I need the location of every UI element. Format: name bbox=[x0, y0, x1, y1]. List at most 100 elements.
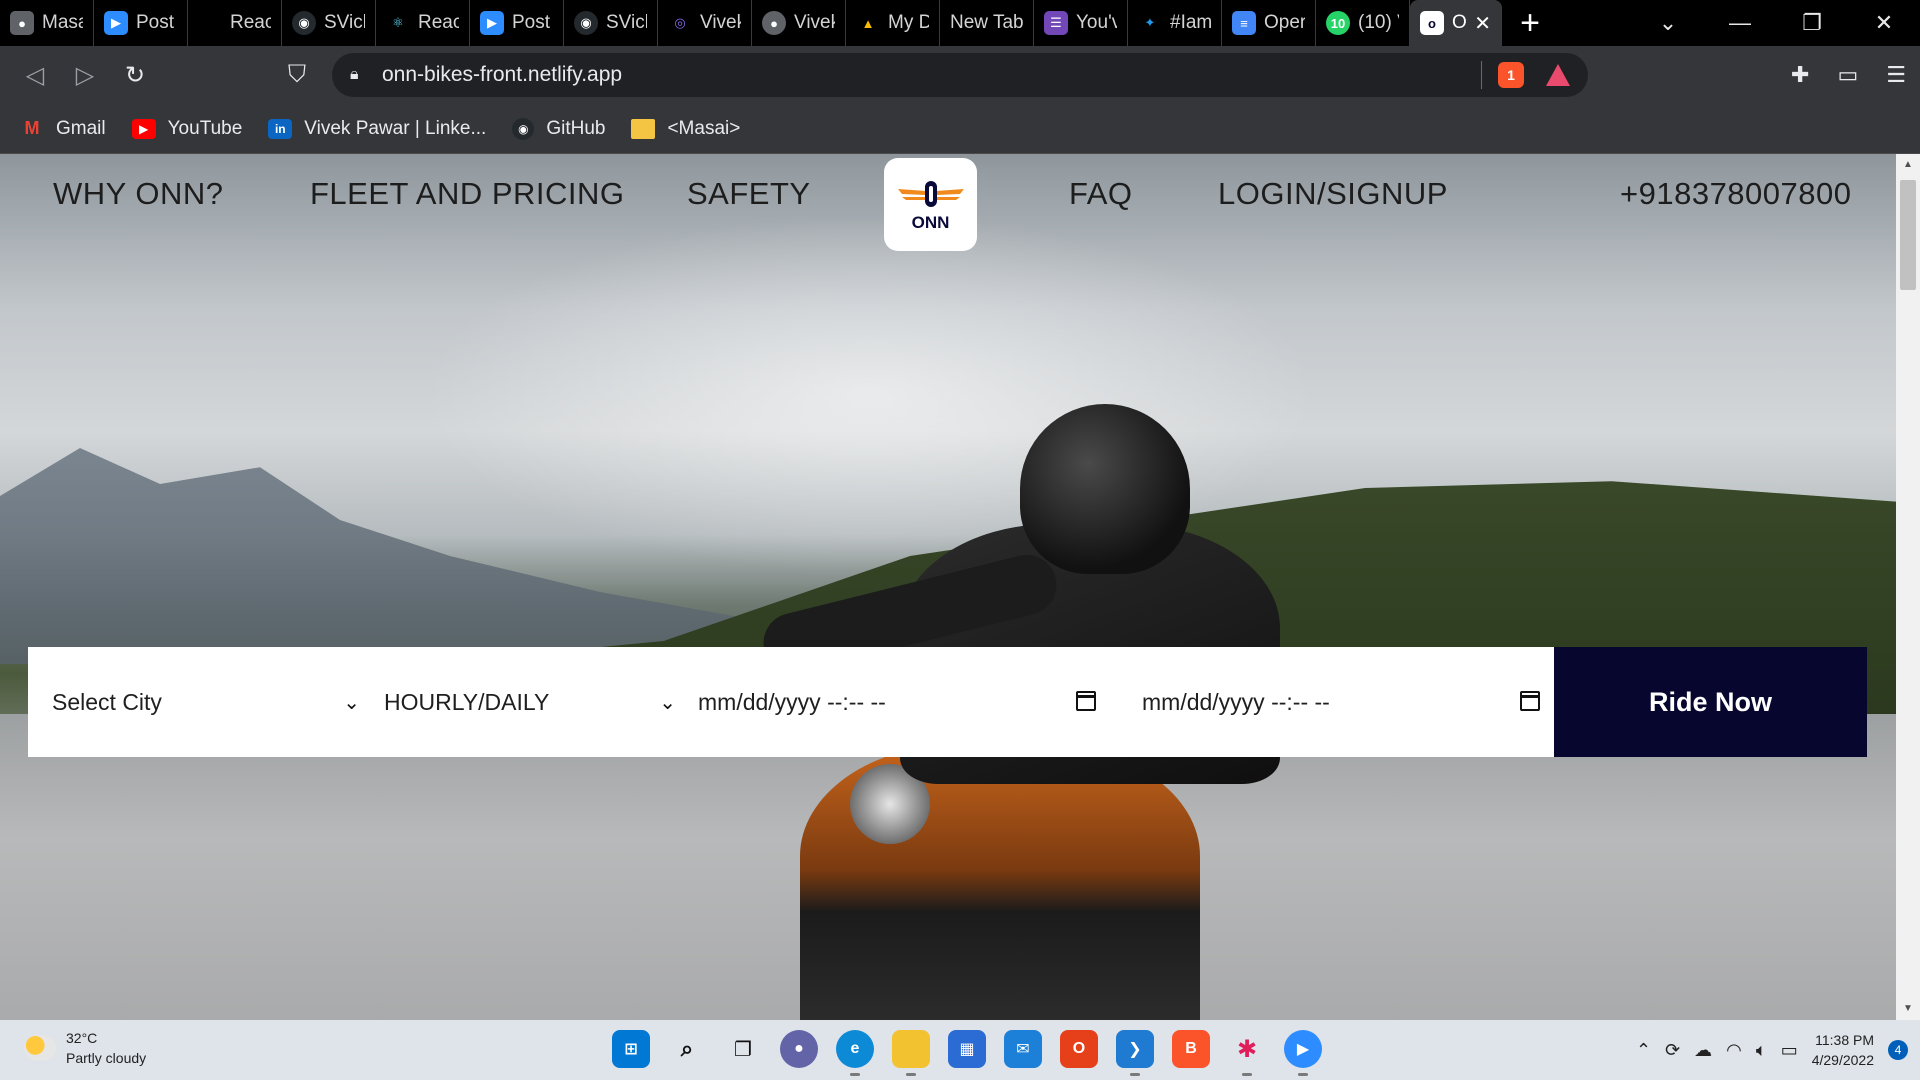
chevron-up-icon[interactable]: ⌃ bbox=[1636, 1040, 1651, 1061]
city-select-value: Select City bbox=[52, 688, 162, 715]
bookmark-youtube[interactable]: ▶ YouTube bbox=[131, 117, 243, 140]
nav-phone[interactable]: +918378007800 bbox=[1620, 176, 1852, 212]
bookmark-label: Gmail bbox=[56, 117, 106, 139]
onn-wings-icon bbox=[897, 180, 964, 207]
bookmark-linkedin[interactable]: in Vivek Pawar | Linke... bbox=[268, 118, 486, 140]
volume-icon[interactable]: 🔈︎ bbox=[1756, 1040, 1767, 1061]
sync-icon[interactable]: ⟳ bbox=[1665, 1040, 1680, 1061]
github-icon: ◉ bbox=[292, 11, 316, 35]
city-select[interactable]: Select City ⌄ bbox=[52, 647, 368, 757]
brave-icon[interactable]: B bbox=[1172, 1030, 1210, 1068]
battery-icon[interactable]: ▭ bbox=[1781, 1040, 1798, 1061]
github-icon: ◉ bbox=[512, 117, 535, 140]
tab-react[interactable]: React bbox=[188, 0, 282, 46]
onedrive-icon[interactable]: ☁ bbox=[1694, 1040, 1712, 1061]
tab-svick[interactable]: ◉ SVick bbox=[282, 0, 376, 46]
brave-shield-icon[interactable]: 1 bbox=[1498, 62, 1524, 88]
tab-search-icon[interactable]: ⌄ bbox=[1632, 10, 1704, 36]
circle-logo-icon: ◎ bbox=[674, 15, 686, 30]
bookmark-folder-masai[interactable]: <Masai> bbox=[631, 118, 740, 140]
tab-whatsapp[interactable]: 10 (10) V bbox=[1316, 0, 1410, 46]
scroll-thumb[interactable] bbox=[1900, 180, 1916, 290]
nav-login-signup[interactable]: LOGIN/SIGNUP bbox=[1218, 176, 1448, 212]
menu-icon[interactable]: ☰ bbox=[1886, 62, 1906, 88]
tab-forms[interactable]: ☰ You'v bbox=[1034, 0, 1128, 46]
weather-temp: 32°C bbox=[66, 1030, 98, 1046]
nav-safety[interactable]: SAFETY bbox=[687, 176, 811, 212]
page-scrollbar[interactable]: ▲ ▼ bbox=[1896, 154, 1920, 1020]
forward-icon[interactable]: ▷ bbox=[60, 50, 110, 100]
wallet-icon[interactable]: ▭ bbox=[1837, 62, 1858, 88]
url-text[interactable]: onn-bikes-front.netlify.app bbox=[382, 63, 622, 87]
tab-svick-2[interactable]: ◉ SVick bbox=[564, 0, 658, 46]
slack-icon[interactable]: ✱ bbox=[1228, 1030, 1266, 1076]
booking-bar: Select City ⌄ HOURLY/DAILY ⌄ mm/dd/yyyy … bbox=[28, 647, 1867, 757]
start-icon[interactable]: ⊞ bbox=[612, 1030, 650, 1068]
chevron-down-icon: ⌄ bbox=[659, 691, 676, 714]
wifi-icon[interactable]: ◠ bbox=[1726, 1040, 1742, 1061]
tab-post[interactable]: ▶ Post bbox=[94, 0, 188, 46]
onn-logo[interactable]: ONN bbox=[884, 158, 977, 251]
rental-mode-select[interactable]: HOURLY/DAILY ⌄ bbox=[384, 647, 684, 757]
address-bar[interactable]: 🔒︎ onn-bikes-front.netlify.app 1 bbox=[332, 53, 1588, 97]
scroll-up-icon[interactable]: ▲ bbox=[1896, 154, 1920, 176]
tab-post-2[interactable]: ▶ Post bbox=[470, 0, 564, 46]
new-tab-button[interactable]: + bbox=[1502, 0, 1558, 46]
docs-icon: ≡ bbox=[1232, 11, 1256, 35]
zoom-icon[interactable]: ▶ bbox=[1284, 1030, 1322, 1076]
tab-onn-active[interactable]: o O ✕ bbox=[1410, 0, 1502, 46]
calendar-icon[interactable] bbox=[1520, 691, 1540, 711]
restore-icon[interactable]: ❐ bbox=[1776, 10, 1848, 36]
nav-why-onn[interactable]: WHY ONN? bbox=[53, 176, 224, 212]
bookmark-label: YouTube bbox=[167, 117, 243, 139]
tab-react-2[interactable]: ⚛ React bbox=[376, 0, 470, 46]
bookmark-github[interactable]: ◉ GitHub bbox=[512, 117, 605, 140]
notification-badge[interactable]: 4 bbox=[1888, 1040, 1908, 1060]
browser-toolbar: ◁ ▷ ↻ ⛉ 🔒︎ onn-bikes-front.netlify.app 1… bbox=[0, 46, 1920, 104]
back-icon[interactable]: ◁ bbox=[10, 50, 60, 100]
tab-label: Post bbox=[136, 12, 175, 33]
office-icon[interactable]: O bbox=[1060, 1030, 1098, 1068]
store-icon[interactable]: ▦ bbox=[948, 1030, 986, 1068]
close-icon[interactable]: ✕ bbox=[1474, 11, 1491, 36]
window-close-icon[interactable]: ✕ bbox=[1848, 10, 1920, 36]
mail-icon[interactable]: ✉ bbox=[1004, 1030, 1042, 1068]
end-datetime-placeholder: mm/dd/yyyy --:-- -- bbox=[1142, 688, 1330, 715]
scroll-down-icon[interactable]: ▼ bbox=[1896, 998, 1920, 1020]
nav-fleet-pricing[interactable]: FLEET AND PRICING bbox=[310, 176, 625, 212]
clock[interactable]: 11:38 PM 4/29/2022 bbox=[1812, 1030, 1874, 1070]
windows-taskbar: 32°C Partly cloudy ⊞ ⌕ ❐ ● e ▦ ✉ O ❯ B ✱… bbox=[0, 1020, 1920, 1080]
github-icon: ◉ bbox=[574, 11, 598, 35]
search-icon[interactable]: ⌕ bbox=[668, 1030, 706, 1068]
reload-icon[interactable]: ↻ bbox=[110, 50, 160, 100]
tab-drive[interactable]: ▲ My D bbox=[846, 0, 940, 46]
start-datetime-input[interactable]: mm/dd/yyyy --:-- -- bbox=[698, 647, 1098, 757]
task-view-icon[interactable]: ❐ bbox=[724, 1030, 762, 1068]
tab-twitter[interactable]: ✦ #Iam bbox=[1128, 0, 1222, 46]
lock-icon[interactable]: 🔒︎ bbox=[350, 66, 374, 84]
divider bbox=[1481, 61, 1482, 89]
bookmark-icon[interactable]: ⛉ bbox=[272, 50, 322, 100]
nav-faq[interactable]: FAQ bbox=[1069, 176, 1133, 212]
tab-masai[interactable]: ● Masa bbox=[0, 0, 94, 46]
end-datetime-input[interactable]: mm/dd/yyyy --:-- -- bbox=[1142, 647, 1542, 757]
weather-widget[interactable]: 32°C Partly cloudy bbox=[24, 1028, 146, 1068]
tab-vivek-2[interactable]: ● Vivek bbox=[752, 0, 846, 46]
chat-icon[interactable]: ● bbox=[780, 1030, 818, 1068]
tab-new-tab[interactable]: New Tab bbox=[940, 0, 1034, 46]
tab-docs[interactable]: ≡ Oper bbox=[1222, 0, 1316, 46]
edge-icon[interactable]: e bbox=[836, 1030, 874, 1076]
bookmark-label: Vivek Pawar | Linke... bbox=[304, 117, 487, 139]
brave-rewards-icon[interactable] bbox=[1546, 64, 1570, 86]
tab-label: #Iam bbox=[1170, 12, 1211, 33]
extensions-icon[interactable]: ✚ bbox=[1791, 62, 1809, 88]
ride-now-button[interactable]: Ride Now bbox=[1554, 647, 1867, 757]
calendar-icon[interactable] bbox=[1076, 691, 1096, 711]
tab-strip: ● Masa ▶ Post React ◉ SVick ⚛ React ▶ Post ◉ S… bbox=[0, 0, 1920, 46]
tab-vivek[interactable]: ◎ Vivek bbox=[658, 0, 752, 46]
bookmark-gmail[interactable]: M Gmail bbox=[20, 118, 106, 140]
minimize-icon[interactable]: — bbox=[1704, 10, 1776, 36]
web-page: WHY ONN? FLEET AND PRICING SAFETY ONN FA… bbox=[0, 154, 1896, 1020]
vscode-icon[interactable]: ❯ bbox=[1116, 1030, 1154, 1076]
file-explorer-icon[interactable] bbox=[892, 1030, 930, 1076]
